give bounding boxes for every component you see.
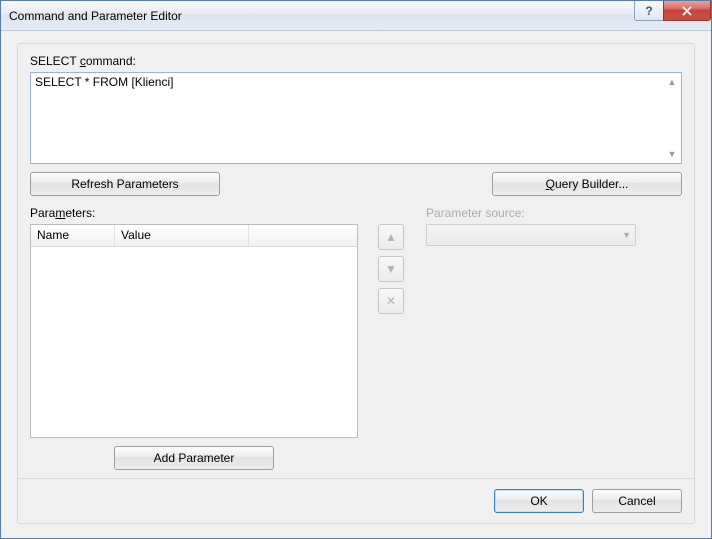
arrow-down-icon: ▼ — [385, 262, 397, 276]
parameter-source-column: Parameter source: ▼ — [426, 206, 682, 470]
parameter-source-label: Parameter source: — [426, 206, 682, 220]
dialog-window: Command and Parameter Editor ? SELECT co… — [0, 0, 712, 539]
parameters-column: Parameters: Name Value Add Parameter — [30, 206, 358, 470]
x-icon: ✕ — [386, 294, 396, 308]
help-icon: ? — [645, 4, 652, 18]
delete-button[interactable]: ✕ — [378, 288, 404, 314]
query-builder-button[interactable]: Query Builder... — [492, 172, 682, 196]
col-header-value[interactable]: Value — [115, 225, 249, 246]
grid-header: Name Value — [31, 225, 357, 247]
window-title: Command and Parameter Editor — [9, 9, 635, 23]
move-up-button[interactable]: ▲ — [378, 224, 404, 250]
add-parameter-row: Add Parameter — [30, 446, 358, 470]
close-icon — [682, 6, 692, 16]
command-buttons-row: Refresh Parameters Query Builder... — [30, 172, 682, 196]
col-header-rest — [249, 225, 357, 246]
col-header-name[interactable]: Name — [31, 225, 115, 246]
label-part: eters: — [65, 206, 95, 220]
arrow-up-icon: ▲ — [385, 230, 397, 244]
parameters-label: Parameters: — [30, 206, 358, 220]
sql-textarea-wrap: ▲ ▼ — [30, 72, 682, 164]
titlebar: Command and Parameter Editor ? — [1, 1, 711, 31]
main-group: SELECT command: ▲ ▼ Refresh Parameters Q… — [17, 43, 695, 524]
titlebar-buttons: ? — [635, 1, 711, 21]
scroll-down-icon[interactable]: ▼ — [665, 147, 679, 161]
parameters-grid[interactable]: Name Value — [30, 224, 358, 438]
middle-row: Parameters: Name Value Add Parameter — [30, 206, 682, 470]
label-part: ommand: — [86, 54, 136, 68]
grid-body — [31, 247, 357, 437]
reorder-buttons-column: ▲ ▼ ✕ — [378, 206, 406, 470]
select-command-input[interactable] — [31, 73, 681, 163]
parameter-source-combo[interactable]: ▼ — [426, 224, 636, 246]
scroll-up-icon[interactable]: ▲ — [665, 75, 679, 89]
dialog-content: SELECT command: ▲ ▼ Refresh Parameters Q… — [1, 31, 711, 538]
help-button[interactable]: ? — [634, 1, 664, 21]
chevron-down-icon: ▼ — [622, 230, 631, 240]
dialog-footer: OK Cancel — [18, 478, 694, 523]
ok-button[interactable]: OK — [494, 489, 584, 513]
btn-part: uery Builder... — [555, 177, 628, 191]
add-parameter-button[interactable]: Add Parameter — [114, 446, 274, 470]
label-mnemonic: m — [55, 206, 65, 220]
close-button[interactable] — [663, 1, 711, 21]
cancel-button[interactable]: Cancel — [592, 489, 682, 513]
move-down-button[interactable]: ▼ — [378, 256, 404, 282]
label-part: Para — [30, 206, 55, 220]
select-command-label: SELECT command: — [30, 54, 682, 68]
btn-mnemonic: Q — [546, 177, 555, 191]
label-part: SELECT — [30, 54, 80, 68]
refresh-parameters-button[interactable]: Refresh Parameters — [30, 172, 220, 196]
